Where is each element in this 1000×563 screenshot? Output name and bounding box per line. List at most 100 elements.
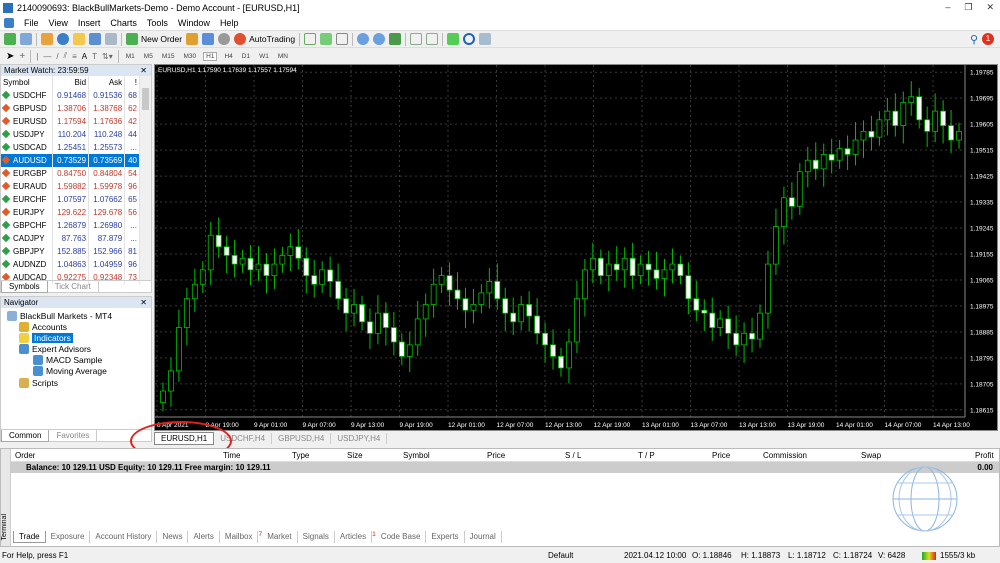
indicators-icon[interactable] xyxy=(447,33,460,45)
col-type[interactable]: Type xyxy=(292,451,309,460)
chart-tab-usdjpy-h4[interactable]: USDJPY,H4 xyxy=(331,433,388,444)
channel-icon[interactable]: ⫽ xyxy=(64,51,68,61)
tf-h1[interactable]: H1 xyxy=(203,51,218,61)
menu-charts[interactable]: Charts xyxy=(110,18,137,28)
data-window-icon[interactable] xyxy=(57,33,69,45)
market-watch-row[interactable]: EURUSD 1.17594 1.17636 42 xyxy=(1,115,140,128)
terminal-tab-trade[interactable]: Trade xyxy=(13,531,46,543)
terminal-tab-exposure[interactable]: Exposure xyxy=(46,531,91,543)
strategy-tester-icon[interactable] xyxy=(105,33,117,45)
nav-moving-average[interactable]: Moving Average xyxy=(33,366,107,376)
close-icon[interactable]: ✕ xyxy=(140,298,147,307)
nav-accounts[interactable]: Accounts xyxy=(19,322,67,332)
menu-file[interactable]: File xyxy=(24,18,39,28)
market-watch-row[interactable]: EURCHF 1.07597 1.07662 65 xyxy=(1,193,140,206)
chart-tab-gbpusd-h4[interactable]: GBPUSD,H4 xyxy=(272,433,332,444)
tf-d1[interactable]: D1 xyxy=(240,53,252,60)
bar-chart-icon[interactable] xyxy=(304,33,317,45)
crosshair-icon[interactable]: + xyxy=(19,51,25,62)
chart-shift-icon[interactable] xyxy=(410,33,423,45)
profiles-icon[interactable] xyxy=(20,33,32,45)
terminal-tab-signals[interactable]: Signals xyxy=(298,531,335,543)
col-swap[interactable]: Swap xyxy=(861,451,881,460)
market-watch-row[interactable]: EURGBP 0.84750 0.84804 54 xyxy=(1,167,140,180)
nav-macd-sample[interactable]: MACD Sample xyxy=(33,355,102,365)
col-commission[interactable]: Commission xyxy=(763,451,807,460)
label-icon[interactable]: T xyxy=(92,52,97,61)
tab-tick-chart[interactable]: Tick Chart xyxy=(48,281,99,293)
tf-m1[interactable]: M1 xyxy=(124,53,137,60)
close-icon[interactable]: ✕ xyxy=(140,66,147,75)
templates-icon[interactable] xyxy=(479,33,492,45)
chart-tab-eurusd-h1[interactable]: EURUSD,H1 xyxy=(154,432,215,445)
zoom-out-icon[interactable] xyxy=(373,33,386,45)
navigator-icon[interactable] xyxy=(73,33,85,45)
notification-badge[interactable]: 1 xyxy=(982,33,994,45)
periods-icon[interactable] xyxy=(463,33,476,45)
tile-windows-icon[interactable] xyxy=(389,33,402,45)
vertical-line-icon[interactable]: | xyxy=(36,52,38,61)
menu-view[interactable]: View xyxy=(49,18,68,28)
autotrading-button[interactable]: AutoTrading xyxy=(234,33,295,45)
chart-tab-usdchf-h4[interactable]: USDCHF,H4 xyxy=(214,433,273,444)
minimize-button[interactable]: – xyxy=(945,2,950,13)
col-spread[interactable]: ! xyxy=(124,76,140,89)
col-time[interactable]: Time xyxy=(223,451,240,460)
menu-insert[interactable]: Insert xyxy=(78,18,101,28)
line-chart-icon[interactable] xyxy=(336,33,349,45)
col-ask[interactable]: Ask xyxy=(88,76,126,89)
market-watch-row[interactable]: CADJPY 87.763 87.879 ... xyxy=(1,232,140,245)
candlestick-icon[interactable] xyxy=(320,33,333,45)
new-order-button[interactable]: New Order xyxy=(126,33,182,45)
cursor-icon[interactable]: ➤ xyxy=(6,51,14,62)
metaeditor-icon[interactable] xyxy=(186,33,199,45)
market-watch-row[interactable]: GBPUSD 1.38706 1.38768 62 xyxy=(1,102,140,115)
market-watch-row[interactable]: EURJPY 129.622 129.678 56 xyxy=(1,206,140,219)
nav-root[interactable]: BlackBull Markets - MT4 xyxy=(7,311,112,321)
market-watch-row[interactable]: AUDUSD 0.73529 0.73569 40 xyxy=(1,154,140,167)
price-chart[interactable]: 1.19785 1.19695 1.19605 1.19515 1.19425 1.193… xyxy=(154,64,998,431)
terminal-tab-journal[interactable]: Journal xyxy=(465,531,502,543)
col-sl[interactable]: S / L xyxy=(565,451,581,460)
market-watch-row[interactable]: USDCAD 1.25451 1.25573 ... xyxy=(1,141,140,154)
horizontal-line-icon[interactable]: — xyxy=(43,52,51,61)
restore-button[interactable]: ❐ xyxy=(964,2,972,13)
col-symbol[interactable]: Symbol xyxy=(403,451,430,460)
trendline-icon[interactable]: / xyxy=(56,52,58,61)
market-watch-row[interactable]: GBPCHF 1.26879 1.26980 ... xyxy=(1,219,140,232)
terminal-tab-news[interactable]: News xyxy=(157,531,189,543)
close-button[interactable]: ✕ xyxy=(986,2,994,13)
balance-row[interactable]: Balance: 10 129.11 USD Equity: 10 129.11… xyxy=(1,462,999,473)
col-bid[interactable]: Bid xyxy=(52,76,90,89)
terminal-tab-alerts[interactable]: Alerts xyxy=(188,531,220,543)
zoom-in-icon[interactable] xyxy=(357,33,370,45)
col-price2[interactable]: Price xyxy=(712,451,730,460)
tab-favorites[interactable]: Favorites xyxy=(49,430,98,442)
market-watch-row[interactable]: USDCHF 0.91468 0.91536 68 xyxy=(1,89,140,102)
signals-icon[interactable] xyxy=(218,33,231,45)
terminal-tab-mailbox[interactable]: Mailbox xyxy=(220,531,259,543)
col-price[interactable]: Price xyxy=(487,451,505,460)
tf-mn[interactable]: MN xyxy=(276,53,290,60)
fibonacci-icon[interactable]: ≡ xyxy=(72,52,77,61)
col-tp[interactable]: T / P xyxy=(638,451,655,460)
terminal-tab-account-history[interactable]: Account History xyxy=(90,531,158,543)
nav-indicators[interactable]: Indicators xyxy=(19,333,73,343)
new-chart-icon[interactable] xyxy=(4,33,16,45)
market-watch-row[interactable]: EURAUD 1.59882 1.59978 96 xyxy=(1,180,140,193)
col-profit[interactable]: Profit xyxy=(975,451,994,460)
options-icon[interactable] xyxy=(202,33,215,45)
search-icon[interactable]: ⚲ xyxy=(970,33,978,46)
market-watch-icon[interactable] xyxy=(41,33,53,45)
tab-symbols[interactable]: Symbols xyxy=(1,281,48,293)
market-watch-row[interactable]: USDJPY 110.204 110.248 44 xyxy=(1,128,140,141)
menu-tools[interactable]: Tools xyxy=(147,18,168,28)
tf-m30[interactable]: M30 xyxy=(181,53,198,60)
col-order[interactable]: Order xyxy=(15,451,35,460)
menu-help[interactable]: Help xyxy=(220,18,239,28)
arrows-icon[interactable]: ⇅▾ xyxy=(102,52,113,61)
tf-m15[interactable]: M15 xyxy=(160,53,177,60)
candlestick-chart[interactable]: 1.19785 1.19695 1.19605 1.19515 1.19425 1.193… xyxy=(155,65,997,430)
autoscroll-icon[interactable] xyxy=(426,33,439,45)
tf-m5[interactable]: M5 xyxy=(142,53,155,60)
